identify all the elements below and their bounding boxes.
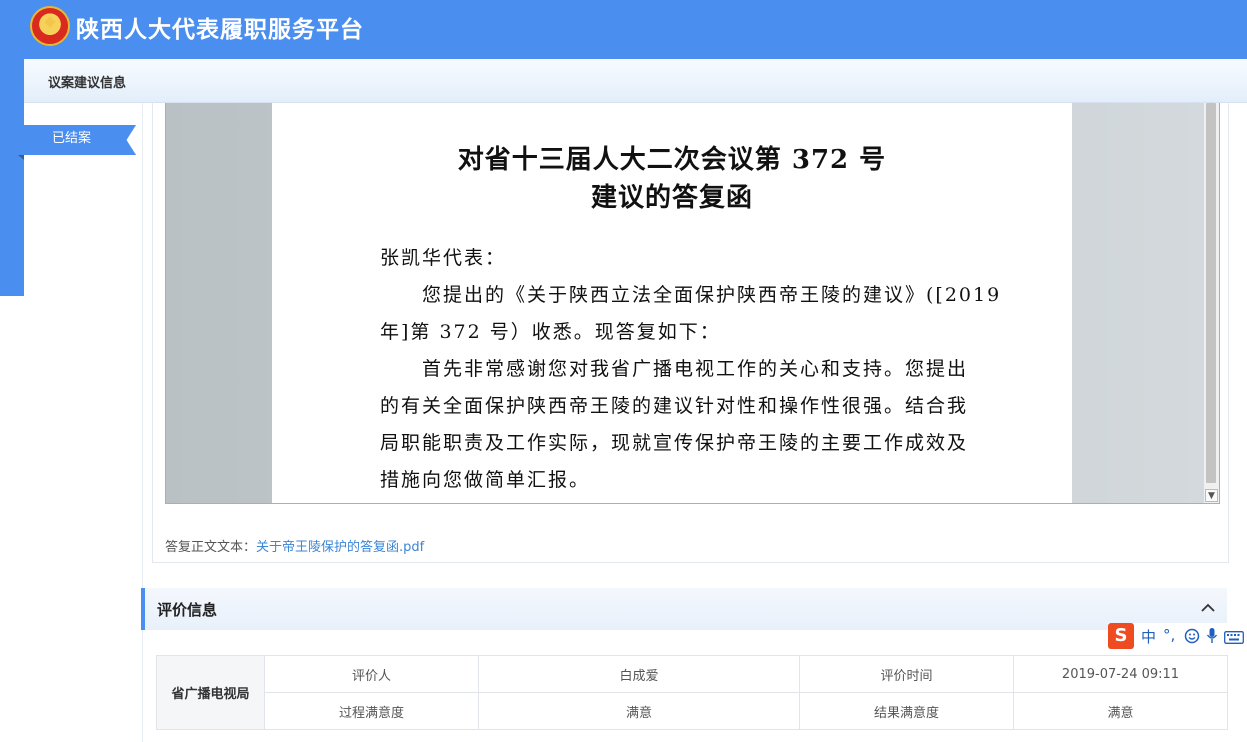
ime-toolbar[interactable]: S 中 °,: [1108, 623, 1247, 651]
document-title-line1: 对省十三届人大二次会议第 372 号: [457, 145, 887, 175]
scrollbar-thumb[interactable]: [1206, 103, 1216, 483]
table-cell: 评价时间: [799, 655, 1014, 693]
document-line: 措施向您做简单汇报。: [380, 469, 591, 491]
table-cell: 2019-07-24 09:11: [1013, 655, 1228, 693]
top-header: 陕西人大代表履职服务平台: [0, 0, 1247, 59]
document-title-line2: 建议的答复函: [590, 183, 753, 213]
document-line: 张凯华代表：: [380, 247, 507, 269]
pdf-viewer[interactable]: 对省十三届人大二次会议第 372 号 建议的答复函 张凯华代表： 您提出的《关于…: [165, 103, 1220, 504]
table-row: 省广播电视局 评价人 白成爱 评价时间 2019-07-24 09:11: [156, 655, 1228, 730]
evaluation-table: 省广播电视局 评价人 白成爱 评价时间 2019-07-24 09:11 过程满…: [156, 655, 1228, 730]
left-panel: 已结案: [18, 103, 143, 742]
site-title: 陕西人大代表履职服务平台: [76, 17, 364, 43]
sogou-logo-icon[interactable]: S: [1108, 623, 1134, 649]
left-accent-strip: [0, 59, 24, 296]
pdf-page: 对省十三届人大二次会议第 372 号 建议的答复函 张凯华代表： 您提出的《关于…: [272, 103, 1072, 503]
table-cell: 满意: [478, 692, 800, 730]
chevron-up-icon[interactable]: [1201, 596, 1215, 620]
page-title: 议案建议信息: [48, 76, 127, 91]
ime-punctuation[interactable]: °,: [1163, 626, 1175, 644]
emoji-icon[interactable]: [1184, 628, 1200, 648]
status-badge: 已结案: [18, 125, 136, 155]
document-line: 您提出的《关于陕西立法全面保护陕西帝王陵的建议》([2019: [380, 284, 1002, 306]
attachment-link[interactable]: 关于帝王陵保护的答复函.pdf: [256, 540, 424, 555]
document-line: 首先非常感谢您对我省广播电视工作的关心和支持。您提出: [380, 358, 969, 380]
document-line: 局职能职责及工作实际，现就宣传保护帝王陵的主要工作成效及: [380, 432, 969, 454]
ime-mode[interactable]: 中: [1141, 626, 1156, 647]
document-line: 年]第 372 号）收悉。现答复如下：: [380, 321, 721, 343]
table-cell: 评价人: [264, 655, 479, 693]
attachment-label: 答复正文文本：: [165, 540, 257, 555]
sub-header: 议案建议信息: [24, 59, 1247, 103]
attachment-row: 答复正文文本：关于帝王陵保护的答复函.pdf: [165, 536, 424, 555]
table-cell: 满意: [1013, 692, 1228, 730]
document-panel: 对省十三届人大二次会议第 372 号 建议的答复函 张凯华代表： 您提出的《关于…: [152, 103, 1229, 563]
national-emblem-logo: [30, 6, 70, 46]
table-cell: 过程满意度: [264, 692, 479, 730]
ribbon-fold: [18, 155, 24, 160]
evaluation-section-title: 评价信息: [157, 601, 218, 619]
evaluation-section-header[interactable]: 评价信息: [141, 588, 1227, 630]
microphone-icon[interactable]: [1206, 627, 1218, 649]
table-cell: 结果满意度: [799, 692, 1014, 730]
table-cell: 白成爱: [478, 655, 800, 693]
evaluated-organization: 省广播电视局: [156, 655, 265, 730]
viewer-background: 对省十三届人大二次会议第 372 号 建议的答复函 张凯华代表： 您提出的《关于…: [166, 103, 1204, 503]
document-line: 的有关全面保护陕西帝王陵的建议针对性和操作性很强。结合我: [380, 395, 969, 417]
viewer-scrollbar[interactable]: ▼: [1203, 103, 1219, 503]
table-row: 过程满意度 满意 结果满意度 满意: [157, 692, 1228, 730]
scroll-down-arrow-icon[interactable]: ▼: [1205, 489, 1218, 502]
keyboard-icon[interactable]: [1224, 630, 1244, 648]
